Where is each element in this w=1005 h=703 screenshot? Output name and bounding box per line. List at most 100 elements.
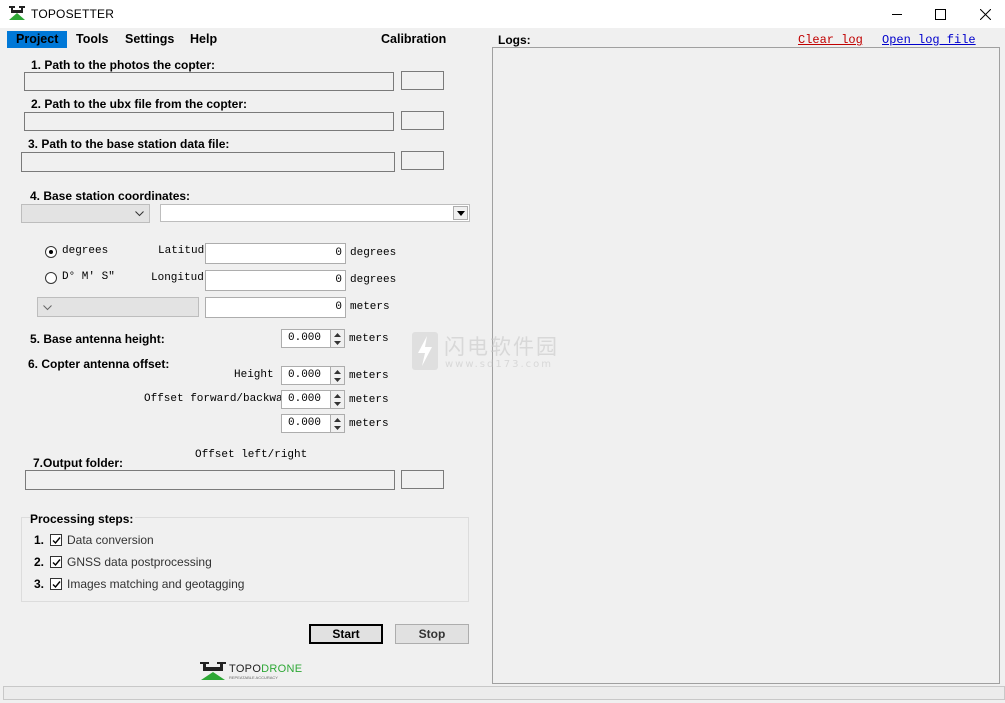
base-antenna-height-value: 0.000: [288, 332, 322, 344]
base-antenna-height-spinner[interactable]: 0.000: [281, 329, 345, 348]
offset-lr-value: 0.000: [288, 417, 322, 429]
processing-steps-label: Processing steps:: [30, 512, 136, 526]
open-log-file-link[interactable]: Open log file: [882, 33, 976, 47]
status-bar: [3, 686, 1005, 700]
base-station-browse-button[interactable]: [401, 151, 444, 170]
watermark-text: 闪电软件园: [444, 336, 559, 359]
longitude-unit: degrees: [350, 274, 397, 286]
offset-height-label: Height: [234, 369, 274, 381]
base-antenna-unit: meters: [349, 333, 389, 345]
logs-label: Logs:: [498, 33, 531, 47]
base-station-path-input[interactable]: [21, 152, 395, 172]
maximize-icon: [934, 8, 946, 20]
offset-fb-unit: meters: [349, 394, 389, 406]
base-antenna-label: 5. Base antenna height:: [30, 332, 165, 346]
caret-up-icon: [334, 394, 341, 398]
base-coords-label: 4. Base station coordinates:: [30, 189, 191, 203]
triangle-down-icon: [457, 211, 465, 216]
maximize-button[interactable]: [917, 0, 963, 28]
caret-down-icon: [334, 426, 341, 430]
step-2-label: GNSS data postprocessing: [67, 555, 212, 569]
spinner-arrows[interactable]: [330, 391, 344, 408]
watermark-url: www.sd173.com: [445, 359, 553, 370]
caret-down-icon: [334, 378, 341, 382]
logo-wordmark: TOPODRONE: [229, 663, 302, 675]
ubx-path-label: 2. Path to the ubx file from the copter:: [31, 97, 248, 111]
chevron-down-icon: [43, 305, 52, 311]
checkmark-icon: [52, 559, 61, 567]
coord-projection-select[interactable]: [160, 204, 470, 222]
clear-log-link[interactable]: Clear log: [798, 33, 863, 47]
spinner-arrows[interactable]: [330, 367, 344, 384]
watermark: 闪电软件园 www.sd173.com: [412, 330, 582, 375]
degrees-radio-label: degrees: [62, 245, 109, 257]
lightning-icon: [412, 332, 438, 370]
latitude-input[interactable]: 0: [205, 243, 346, 264]
photos-browse-button[interactable]: [401, 71, 444, 90]
offset-lr-unit: meters: [349, 418, 389, 430]
drone-app-icon: [9, 6, 25, 20]
menu-calibration[interactable]: Calibration: [372, 31, 455, 48]
dms-radio-label: D° M′ S″: [62, 271, 115, 283]
copter-offset-label: 6. Copter antenna offset:: [28, 357, 170, 371]
dms-radio[interactable]: [45, 272, 57, 284]
stop-button[interactable]: Stop: [395, 624, 469, 644]
caret-down-icon: [334, 402, 341, 406]
offset-fb-spinner[interactable]: 0.000: [281, 390, 345, 409]
spinner-arrows[interactable]: [330, 330, 344, 347]
step-3-checkbox[interactable]: [50, 578, 62, 590]
offset-height-value: 0.000: [288, 369, 322, 381]
logo-drone: DRONE: [261, 663, 303, 675]
output-folder-input[interactable]: [25, 470, 395, 490]
offset-lr-label: Offset left/right: [195, 449, 308, 461]
close-icon: [979, 8, 991, 20]
height-unit: meters: [350, 301, 390, 313]
output-folder-label: 7.Output folder:: [33, 456, 123, 470]
offset-height-unit: meters: [349, 370, 389, 382]
step-3-number: 3.: [34, 577, 45, 591]
menu-help[interactable]: Help: [181, 31, 226, 48]
height-type-select[interactable]: [37, 297, 199, 317]
photos-path-label: 1. Path to the photos the copter:: [31, 58, 216, 72]
logo-tagline: REPEATABLE ACCURACY: [229, 675, 278, 680]
step-2-checkbox[interactable]: [50, 556, 62, 568]
caret-up-icon: [334, 418, 341, 422]
minimize-button[interactable]: [874, 0, 920, 28]
longitude-input[interactable]: 0: [205, 270, 346, 291]
spinner-arrows[interactable]: [330, 415, 344, 432]
height-input[interactable]: 0: [205, 297, 346, 318]
close-button[interactable]: [962, 0, 1005, 28]
caret-up-icon: [334, 370, 341, 374]
offset-lr-spinner[interactable]: 0.000: [281, 414, 345, 433]
title-bar: TOPOSETTER: [0, 0, 1005, 28]
ubx-browse-button[interactable]: [401, 111, 444, 130]
drone-logo-icon: [200, 662, 226, 680]
step-3-label: Images matching and geotagging: [67, 577, 245, 591]
latitude-label: Latitud: [158, 245, 205, 257]
offset-fb-label: Offset forward/backward: [144, 393, 296, 405]
logo-topo: TOPO: [229, 663, 262, 675]
degrees-radio[interactable]: [45, 246, 57, 258]
coord-system-select[interactable]: [21, 204, 150, 223]
step-2-number: 2.: [34, 555, 45, 569]
minimize-icon: [891, 13, 902, 15]
longitude-label: Longitud: [151, 272, 204, 284]
dropdown-button[interactable]: [453, 206, 468, 220]
caret-up-icon: [334, 333, 341, 337]
step-1-checkbox[interactable]: [50, 534, 62, 546]
ubx-path-input[interactable]: [24, 112, 394, 131]
window-title: TOPOSETTER: [31, 7, 115, 21]
output-browse-button[interactable]: [401, 470, 444, 489]
offset-height-spinner[interactable]: 0.000: [281, 366, 345, 385]
topodrone-logo: TOPODRONE REPEATABLE ACCURACY: [200, 662, 302, 682]
menu-settings[interactable]: Settings: [116, 31, 183, 48]
latitude-unit: degrees: [350, 247, 397, 259]
chevron-down-icon: [135, 211, 144, 217]
photos-path-input[interactable]: [24, 72, 394, 91]
checkmark-icon: [52, 537, 61, 545]
caret-down-icon: [334, 341, 341, 345]
start-button[interactable]: Start: [309, 624, 383, 644]
offset-fb-value: 0.000: [288, 393, 322, 405]
menu-project[interactable]: Project: [7, 31, 68, 48]
menu-tools[interactable]: Tools: [67, 31, 117, 48]
